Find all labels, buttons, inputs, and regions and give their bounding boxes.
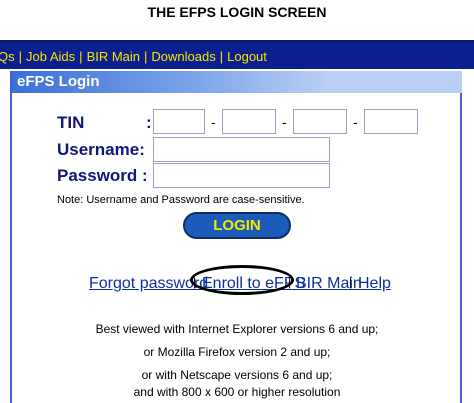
browser-note-line-2: or Mozilla Firefox version 2 and up; — [143, 345, 331, 359]
username-label: Username: — [57, 140, 145, 159]
tin-field-1[interactable] — [153, 109, 205, 134]
link-separator: | — [288, 275, 292, 289]
nav-item-bir-main[interactable]: BIR Main — [87, 49, 140, 64]
browser-note-line-4: and with 800 x 600 or higher resolution — [133, 385, 341, 399]
tin-field-2[interactable] — [222, 109, 276, 134]
nav-separator: | — [219, 48, 224, 64]
link-separator: | — [349, 275, 353, 289]
case-sensitivity-note: Note: Username and Password are case-sen… — [57, 194, 305, 206]
nav-separator: | — [18, 48, 23, 64]
password-label: Password : — [57, 166, 148, 185]
password-field[interactable] — [153, 163, 330, 188]
tin-dash: - — [282, 114, 287, 130]
browser-note-line-1: Best viewed with Internet Explorer versi… — [95, 322, 379, 336]
link-separator: | — [193, 275, 197, 289]
login-button[interactable]: LOGIN — [183, 212, 291, 239]
panel-title-fill — [326, 71, 462, 93]
nav-separator: | — [144, 48, 148, 64]
nav-item-job-aids[interactable]: Job Aids — [26, 49, 75, 64]
panel-title: eFPS Login — [12, 71, 326, 93]
tin-colon: : — [146, 113, 152, 132]
tin-field-3[interactable] — [293, 109, 347, 134]
screenshot-caption: THE EFPS LOGIN SCREEN — [147, 4, 327, 20]
top-nav-bar: Qs | Job Aids | BIR Main | Downloads | L… — [0, 40, 474, 69]
tin-field-4[interactable] — [364, 109, 418, 134]
nav-item-logout[interactable]: Logout — [227, 49, 267, 64]
tin-label: TIN — [57, 113, 85, 132]
nav-item-faqs[interactable]: Qs — [0, 49, 15, 64]
browser-note-line-3: or with Netscape versions 6 and up; — [141, 368, 333, 382]
forgot-password-link[interactable]: Forgot password — [89, 275, 208, 293]
nav-separator: | — [79, 48, 83, 64]
tin-dash: - — [353, 114, 358, 130]
username-field[interactable] — [153, 137, 330, 162]
help-link[interactable]: Help — [358, 275, 391, 293]
nav-item-downloads[interactable]: Downloads — [151, 49, 215, 64]
tin-dash: - — [211, 114, 216, 130]
